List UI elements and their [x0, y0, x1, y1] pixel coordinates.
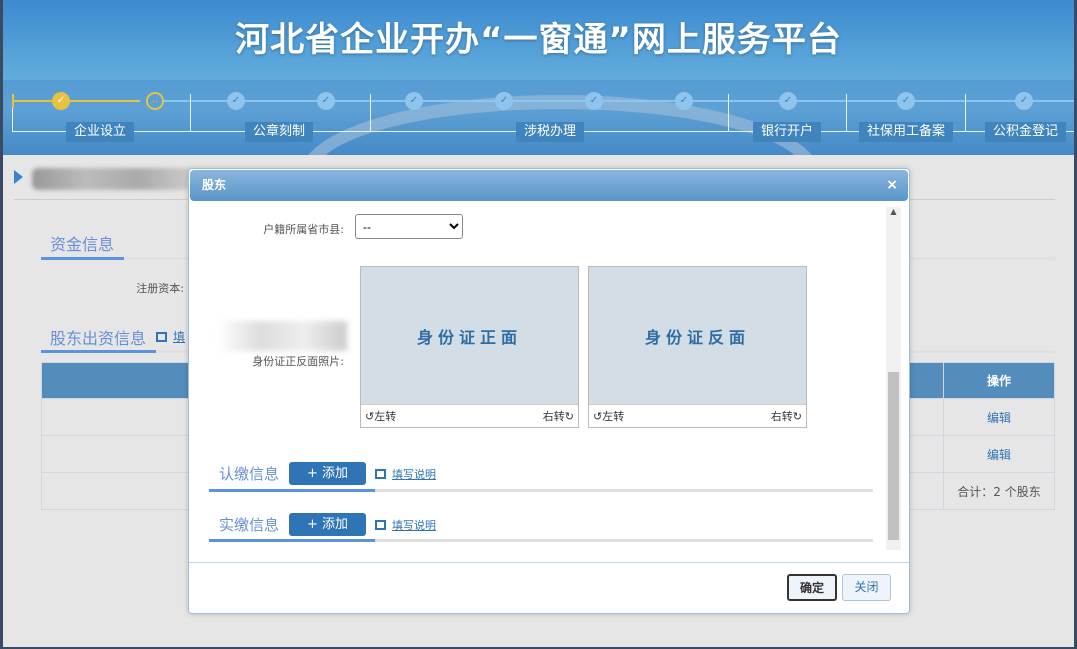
step-check-icon: ✓	[779, 92, 797, 110]
subscribed-guide-link[interactable]: 填写说明	[375, 466, 436, 482]
col-operation: 操作	[944, 363, 1055, 399]
step-check-icon: ✓	[495, 92, 513, 110]
shareholder-dialog: 股东× 户籍所属省市县: -- 身份证正反面照片: 身份证正面 ↺左转右转↻ 身…	[188, 168, 910, 614]
shareholder-section-title: 股东出资信息	[50, 325, 146, 349]
step-tax[interactable]: 涉税办理	[516, 122, 584, 142]
close-button[interactable]: 关闭	[842, 574, 891, 601]
dialog-title: 股东	[202, 178, 226, 192]
rotate-right-button[interactable]: 右转↻	[771, 408, 802, 424]
registered-capital-label: 注册资本:	[120, 280, 184, 296]
scroll-thumb[interactable]	[888, 372, 899, 540]
step-check-icon: ✓	[317, 92, 335, 110]
dialog-scrollbar[interactable]: ▲	[886, 207, 901, 550]
redacted-text	[217, 321, 347, 351]
subscribed-section-title: 认缴信息	[219, 463, 279, 484]
step-check-icon: ✓	[897, 92, 915, 110]
id-front-upload[interactable]: 身份证正面 ↺左转右转↻	[360, 266, 579, 428]
step-bank[interactable]: 银行开户	[753, 122, 821, 142]
step-check-icon: ✓	[405, 92, 423, 110]
step-check-icon: ✓	[52, 92, 70, 110]
step-current-icon: ··	[146, 92, 164, 110]
step-social-security[interactable]: 社保用工备案	[859, 122, 953, 142]
step-seal[interactable]: 公章刻制	[245, 122, 313, 142]
site-title: 河北省企业开办“一窗通”网上服务平台	[0, 12, 1077, 61]
book-icon	[375, 469, 386, 479]
total-count: 合计：2 个股东	[944, 473, 1055, 510]
household-select[interactable]: --	[355, 214, 463, 239]
step-company-setup[interactable]: 企业设立	[66, 122, 134, 142]
guide-link[interactable]: 填	[156, 328, 185, 345]
paid-section-title: 实缴信息	[219, 514, 279, 535]
scroll-up-icon[interactable]: ▲	[886, 207, 901, 216]
close-icon[interactable]: ×	[886, 170, 898, 201]
dialog-titlebar: 股东 ×	[190, 170, 908, 201]
capital-section-title: 资金信息	[50, 231, 114, 255]
breadcrumb-redacted	[32, 168, 192, 190]
progress-steps: ✓ ·· ✓ ✓ ✓ ✓ ✓ ✓ ✓ ✓ ✓ 企业设立 公章刻制 涉税办理 银行…	[0, 80, 1077, 155]
breadcrumb-arrow-icon	[14, 170, 23, 184]
step-housing-fund[interactable]: 公积金登记	[985, 122, 1066, 142]
rotate-right-button[interactable]: 右转↻	[543, 408, 574, 424]
step-check-icon: ✓	[1015, 92, 1033, 110]
edit-link[interactable]: 编辑	[944, 399, 1055, 436]
book-icon	[375, 520, 386, 530]
rotate-left-button[interactable]: ↺左转	[593, 408, 624, 424]
confirm-button[interactable]: 确定	[787, 574, 837, 601]
add-subscribed-button[interactable]: + 添加	[289, 462, 366, 485]
edit-link[interactable]: 编辑	[944, 436, 1055, 473]
paid-guide-link[interactable]: 填写说明	[375, 517, 436, 533]
add-paid-button[interactable]: + 添加	[289, 513, 366, 536]
id-photo-label: 身份证正反面照片:	[229, 353, 344, 369]
household-label: 户籍所属省市县:	[229, 221, 344, 237]
header-banner: 河北省企业开办“一窗通”网上服务平台 ✓ ·· ✓ ✓ ✓ ✓ ✓ ✓ ✓ ✓ …	[0, 0, 1077, 155]
step-check-icon: ✓	[675, 92, 693, 110]
book-icon	[156, 332, 167, 342]
rotate-left-button[interactable]: ↺左转	[365, 408, 396, 424]
id-back-upload[interactable]: 身份证反面 ↺左转右转↻	[588, 266, 807, 428]
step-check-icon: ✓	[585, 92, 603, 110]
step-check-icon: ✓	[227, 92, 245, 110]
